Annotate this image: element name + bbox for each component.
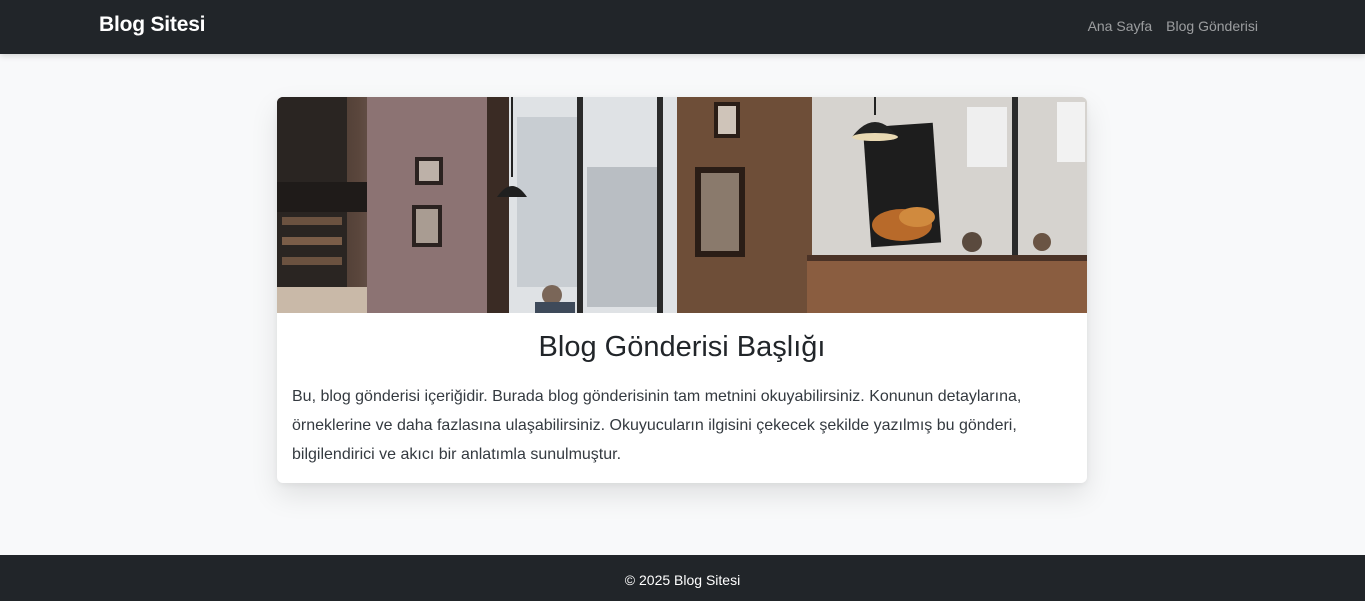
navbar: Blog Sitesi Ana Sayfa Blog Gönderisi: [0, 0, 1365, 54]
cafe-interior-illustration: [277, 97, 1087, 313]
post-title: Blog Gönderisi Başlığı: [538, 331, 826, 363]
post-body: Blog Gönderisi Başlığı Bu, blog gönderis…: [277, 329, 1087, 469]
blog-post-card: Blog Gönderisi Başlığı Bu, blog gönderis…: [277, 97, 1087, 483]
post-content: Bu, blog gönderisi içeriğidir. Burada bl…: [292, 388, 1022, 463]
brand-link[interactable]: Blog Sitesi: [99, 13, 206, 37]
nav-link-blog-post[interactable]: Blog Gönderisi: [1166, 18, 1258, 34]
footer: © 2025 Blog Sitesi: [0, 555, 1365, 601]
post-hero-image: [277, 97, 1087, 313]
nav-links: Ana Sayfa Blog Gönderisi: [1088, 18, 1258, 34]
footer-copyright: © 2025 Blog Sitesi: [624, 572, 741, 588]
nav-link-home[interactable]: Ana Sayfa: [1088, 18, 1153, 34]
